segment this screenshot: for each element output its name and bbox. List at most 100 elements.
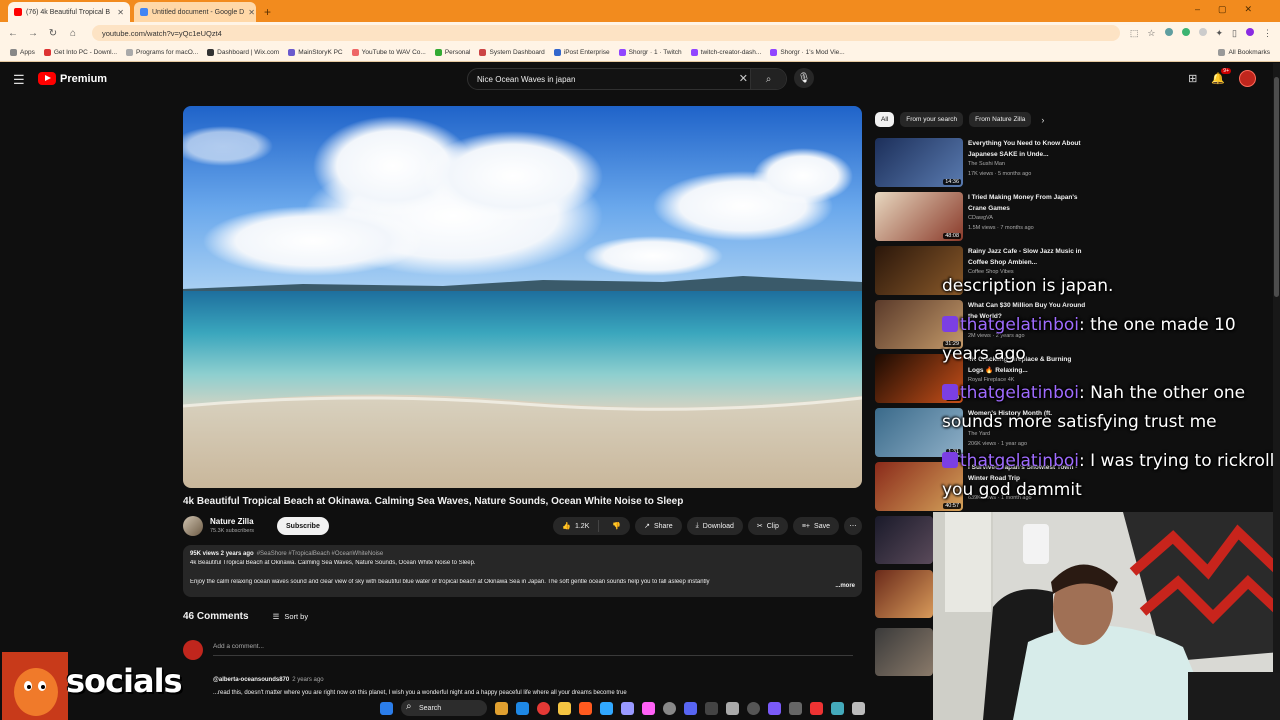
photoshop-icon[interactable] [600,701,613,715]
app-icon[interactable] [726,701,739,715]
create-icon[interactable]: ⊞ [1188,72,1197,85]
video-thumbnail[interactable] [875,628,933,676]
like-button[interactable]: 👍 1.2K [553,520,600,532]
obs-icon[interactable] [747,701,760,715]
description-line: 4k Beautiful Tropical Beach at Okinawa. … [190,560,476,566]
bookmark-item[interactable]: iPost Enterprise [553,49,610,56]
bookmark-item[interactable]: MainStoryK PC [288,49,343,56]
app-icon[interactable] [852,701,865,715]
hashtags[interactable]: #SeaShore #TropicalBeach #OceanWhiteNois… [257,551,384,557]
hamburger-menu-icon[interactable]: ☰ [13,72,25,88]
account-avatar[interactable] [1239,70,1256,87]
recommendation-title: I Tried Making Money From Japan's Crane … [968,194,1078,212]
chip-from-channel[interactable]: From Nature Zilla [969,112,1032,127]
install-icon[interactable]: ⬚ [1130,28,1139,39]
file-explorer-icon[interactable] [558,701,571,715]
bookmark-icon [351,49,359,56]
subscribe-button[interactable]: Subscribe [277,517,329,535]
extension-icon[interactable] [1164,27,1173,36]
app-icon[interactable] [663,701,676,715]
share-button[interactable]: ↗ Share [635,517,682,535]
puzzle-icon[interactable]: ✦ [1216,28,1224,39]
twitch-icon [618,49,626,56]
chip-from-search[interactable]: From your search [900,112,964,127]
extension-icon[interactable] [1181,27,1190,36]
close-tab-icon[interactable]: ✕ [117,8,124,17]
video-thumbnail[interactable] [875,516,933,564]
bookmark-item[interactable]: Get Into PC - Downl... [43,49,117,56]
tab-google-docs[interactable]: Untitled document - Google D ✕ [134,2,256,22]
youtube-logo[interactable]: Premium [38,72,107,85]
new-tab-icon[interactable]: + [264,5,271,22]
dislike-button[interactable]: 👎 [603,522,630,530]
forward-icon[interactable]: → [28,28,38,39]
add-comment-input[interactable]: Add a comment... [213,643,264,650]
download-button[interactable]: ⤓ Download [686,517,743,535]
clear-icon[interactable]: ✕ [739,72,748,85]
recommendation-item[interactable]: 14:36 Everything You Need to Know About … [875,138,1115,188]
bookmark-item[interactable]: Apps [10,49,35,56]
reload-icon[interactable]: ↻ [48,28,58,39]
discord-icon[interactable] [684,701,697,715]
back-icon[interactable]: ← [8,28,18,39]
illustrator-icon[interactable] [579,701,592,715]
app-icon[interactable] [705,701,718,715]
bookmark-item[interactable]: System Dashboard [479,49,545,56]
sort-by-button[interactable]: ☰ Sort by [273,612,309,621]
bookmark-item[interactable]: Personal [434,49,470,56]
bookmark-icon [126,49,134,56]
streamer-webcam-image [933,512,1280,720]
bookmark-item[interactable]: YouTube to WAV Co... [351,49,426,56]
page-scrollbar[interactable] [1273,63,1280,673]
windows-start-icon[interactable] [380,701,393,715]
recommendation-item[interactable]: 48:08 I Tried Making Money From Japan's … [875,192,1115,242]
channel-name[interactable]: Nature Zilla [210,517,254,526]
chrome-icon[interactable] [537,701,550,715]
home-icon[interactable]: ⌂ [68,28,78,39]
scrollbar-thumb[interactable] [1274,77,1279,297]
video-thumbnail[interactable] [875,570,933,618]
show-more-link[interactable]: ...more [832,583,855,589]
menu-dots-icon[interactable]: ⋮ [1263,28,1272,39]
video-player[interactable] [183,106,862,488]
bookmark-star-icon[interactable]: ☆ [1147,28,1155,39]
video-thumbnail: 48:08 [875,192,963,241]
extension-icon[interactable] [1198,27,1207,36]
bookmark-item[interactable]: Shorgr · 1's Mod Vie... [770,49,845,56]
app-icon[interactable] [831,701,844,715]
app-icon[interactable] [789,701,802,715]
taskbar-search[interactable]: Search [401,700,487,716]
chip-all[interactable]: All [875,112,895,127]
app-icon[interactable] [810,701,823,715]
socials-text: socials [66,662,183,700]
tab-youtube[interactable]: (76) 4k Beautiful Tropical B ✕ [8,2,130,22]
chevron-right-icon[interactable]: › [1041,115,1044,125]
app-icon[interactable] [495,701,508,715]
search-input[interactable]: Nice Ocean Waves in japan ✕ ⌕ [467,68,787,90]
bookmark-item[interactable]: twitch-creator-dash... [690,49,761,56]
youtube-header: ☰ Premium Nice Ocean Waves in japan ✕ ⌕ … [0,63,1280,95]
clip-button[interactable]: ✂ Clip [747,517,788,535]
save-button[interactable]: ≡+ Save [792,517,839,535]
recommendation-views: 1.5M views · 7 months ago [968,225,1034,231]
after-effects-icon[interactable] [621,701,634,715]
description-box[interactable]: 95K views 2 years ago #SeaShore #Tropical… [183,545,862,597]
sidepanel-icon[interactable]: ▯ [1232,28,1237,39]
all-bookmarks[interactable]: All Bookmarks [1218,49,1270,56]
url-field[interactable]: youtube.com/watch?v=yQc1eUQzt4 [92,25,1120,41]
more-actions-button[interactable]: ⋯ [844,517,862,535]
bookmark-item[interactable]: Shorgr · 1 · Twitch [618,49,682,56]
close-tab-icon[interactable]: ✕ [248,8,255,17]
search-button-icon[interactable]: ⌕ [750,69,786,89]
app-icon[interactable] [768,701,781,715]
recommendation-title: Everything You Need to Know About Japane… [968,140,1081,158]
notifications-bell-icon[interactable]: 🔔 9+ [1211,68,1231,85]
profile-icon[interactable] [1246,27,1254,36]
channel-avatar[interactable] [183,516,203,536]
bookmark-item[interactable]: Programs for macO... [126,49,198,56]
bookmark-item[interactable]: Dashboard | Wix.com [207,49,279,56]
voice-search-icon[interactable]: 🎙 [794,68,814,88]
xd-icon[interactable] [642,701,655,715]
window-controls[interactable]: –▢✕ [1195,4,1270,15]
app-icon[interactable] [516,701,529,715]
